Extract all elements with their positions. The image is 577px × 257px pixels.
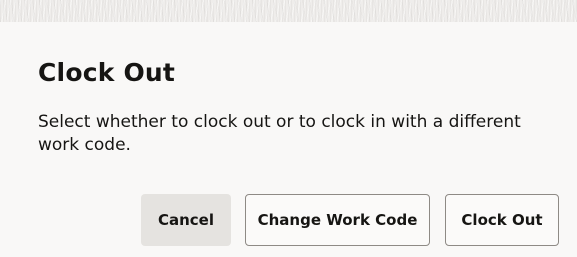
cancel-button[interactable]: Cancel <box>141 194 231 246</box>
change-work-code-button[interactable]: Change Work Code <box>245 194 430 246</box>
clock-out-dialog: Clock Out Select whether to clock out or… <box>0 22 577 257</box>
dialog-title: Clock Out <box>38 58 176 87</box>
dialog-message: Select whether to clock out or to clock … <box>38 112 521 155</box>
clock-out-button-label: Clock Out <box>461 211 543 229</box>
clock-out-button[interactable]: Clock Out <box>445 194 559 246</box>
cancel-button-label: Cancel <box>157 211 214 229</box>
background-texture <box>0 0 577 22</box>
change-work-code-button-label: Change Work Code <box>257 211 418 229</box>
page: Clock Out Select whether to clock out or… <box>0 0 577 257</box>
